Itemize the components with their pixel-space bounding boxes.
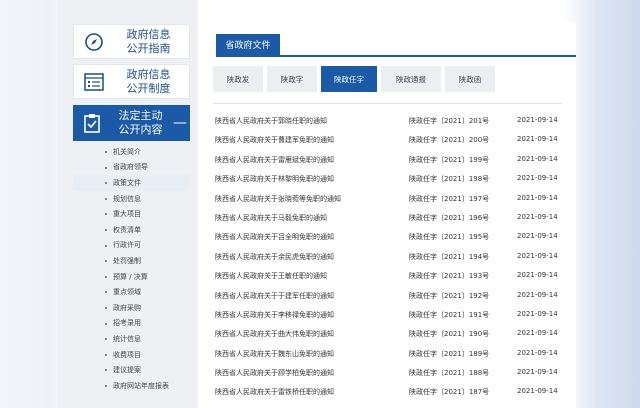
sidebar-item[interactable]: 收费项目 [73, 347, 190, 363]
document-row[interactable]: 陕西省人民政府关于李移禄免职的通知 陕政任字〔2021〕191号 2021-09-1… [213, 304, 563, 323]
document-title[interactable]: 陕西省人民政府关于余民虎免职的通知 [215, 252, 334, 262]
document-number: 陕政任字〔2021〕193号 [409, 272, 490, 281]
document-row[interactable]: 陕西省人民政府关于雷雁斌免职的通知 陕政任字〔2021〕199号 2021-09-1… [213, 149, 563, 168]
document-number: 陕政任字〔2021〕196号 [409, 213, 490, 222]
document-row[interactable]: 陕西省人民政府关于林黎明免职的通知 陕政任字〔2021〕198号 2021-09-1… [213, 168, 563, 187]
document-list-icon [74, 65, 114, 98]
document-number: 陕政任字〔2021〕187号 [409, 388, 490, 397]
document-title[interactable]: 陕西省人民政府关于雷铁桥任职的通知 [215, 387, 334, 397]
sidebar-item[interactable]: 机关简介 [73, 144, 190, 160]
document-title[interactable]: 陕西省人民政府关于曲大伟免职的通知 [215, 329, 334, 339]
document-row[interactable]: 陕西省人民政府关于张晓菀等免职的通知 陕政任字〔2021〕197号 2021-09-… [213, 188, 563, 207]
document-number: 陕政任字〔2021〕198号 [409, 175, 490, 184]
document-date: 2021-09-14 [517, 154, 558, 163]
document-row[interactable]: 陕西省人民政府关于顾学柏免职的通知 陕政任字〔2021〕188号 2021-09-1… [213, 362, 563, 381]
sidebar-item[interactable]: 政府网站年度报表 [73, 378, 190, 394]
document-title[interactable]: 陕西省人民政府关于张晓菀等免职的通知 [215, 194, 341, 204]
document-date: 2021-09-14 [517, 329, 558, 338]
document-title[interactable]: 陕西省人民政府关于雷雁斌免职的通知 [215, 155, 334, 165]
document-number: 陕政任字〔2021〕201号 [409, 117, 490, 125]
sidebar-item[interactable]: 权责清单 [73, 222, 190, 238]
nav-active-label: 法定主动 公开内容 [118, 109, 163, 136]
sidebar-item[interactable]: 重点领域 [73, 284, 190, 300]
sidebar-item[interactable]: 统计信息 [73, 331, 190, 347]
document-title[interactable]: 陕西省人民政府关于林黎明免职的通知 [215, 174, 334, 184]
document-title[interactable]: 陕西省人民政府关于于建军任职的通知 [215, 291, 334, 301]
nav-card-disclosure-system[interactable]: 政府信息 公开制度 [73, 64, 190, 99]
sidebar-item[interactable]: 省政府领导 [73, 160, 190, 176]
nav-card-label: 政府信息 公开指南 [126, 27, 171, 55]
sidebar-item[interactable]: 建议提案 [73, 362, 190, 378]
document-row[interactable]: 陕西省人民政府关于郭晓任职的通知 陕政任字〔2021〕201号 2021-09-14 [213, 110, 563, 129]
document-date: 2021-09-14 [517, 116, 558, 124]
document-date: 2021-09-14 [517, 387, 558, 396]
document-title[interactable]: 陕西省人民政府关于顾学柏免职的通知 [215, 368, 334, 378]
nav-card-label: 政府信息 公开制度 [126, 67, 171, 95]
clipboard-icon [73, 105, 111, 141]
document-number: 陕政任字〔2021〕195号 [409, 233, 490, 242]
document-row[interactable]: 陕西省人民政府关于吕全明免职的通知 陕政任字〔2021〕195号 2021-09-1… [213, 226, 563, 245]
filter-bar: 陕政发 陕政字 陕政任字 陕政通报 陕政函 [213, 66, 563, 93]
document-row[interactable]: 陕西省人民政府关于曲大伟免职的通知 陕政任字〔2021〕190号 2021-09-1… [213, 323, 563, 342]
document-row[interactable]: 陕西省人民政府关于魏东山免职的通知 陕政任字〔2021〕189号 2021-09-1… [213, 343, 563, 362]
document-row[interactable]: 陕西省人民政府关于雷铁桥任职的通知 陕政任字〔2021〕187号 2021-09-1… [213, 381, 563, 400]
document-row[interactable]: 陕西省人民政府关于马毅免职的通知 陕政任字〔2021〕196号 2021-09-14 [213, 207, 563, 226]
filter-button[interactable]: 陕政函 [445, 66, 495, 92]
document-title[interactable]: 陕西省人民政府关于郭晓任职的通知 [215, 116, 327, 126]
nav-card-disclosure-guide[interactable]: 政府信息 公开指南 [73, 24, 190, 59]
document-number: 陕政任字〔2021〕199号 [409, 155, 490, 164]
document-list: 陕西省人民政府关于郭晓任职的通知 陕政任字〔2021〕201号 2021-09-14… [213, 110, 563, 401]
filter-button[interactable]: 陕政字 [267, 66, 317, 92]
document-number: 陕政任字〔2021〕194号 [409, 252, 490, 261]
document-row[interactable]: 陕西省人民政府关于曹建军免职的通知 陕政任字〔2021〕200号 2021-09-1… [213, 129, 563, 148]
sidebar-item[interactable]: 处罚强制 [73, 253, 190, 269]
filter-button[interactable]: 陕政发 [213, 66, 263, 92]
document-title[interactable]: 陕西省人民政府关于王敏任职的通知 [215, 271, 327, 281]
document-number: 陕政任字〔2021〕189号 [409, 349, 490, 358]
document-row[interactable]: 陕西省人民政府关于于建军任职的通知 陕政任字〔2021〕192号 2021-09-1… [213, 285, 563, 304]
compass-icon [74, 25, 114, 58]
document-date: 2021-09-14 [517, 348, 558, 357]
document-date: 2021-09-14 [517, 232, 558, 241]
nav-card-statutory-content[interactable]: 法定主动 公开内容 — [73, 105, 190, 141]
document-date: 2021-09-14 [517, 368, 558, 377]
sidebar-item[interactable]: 行政许可 [73, 238, 190, 254]
tab-underline [216, 55, 576, 57]
document-number: 陕政任字〔2021〕192号 [409, 291, 490, 300]
document-date: 2021-09-14 [517, 251, 558, 260]
document-number: 陕政任字〔2021〕191号 [409, 310, 490, 319]
document-row[interactable]: 陕西省人民政府关于余民虎免职的通知 陕政任字〔2021〕194号 2021-09-1… [213, 246, 563, 265]
sidebar-sub-list: 机关简介 省政府领导 政策文件 规划信息 重大项目 权责清单 行政许可 处罚强制… [73, 144, 190, 394]
filter-button-active[interactable]: 陕政任字 [321, 66, 377, 92]
collapse-toggle-icon[interactable]: — [170, 115, 190, 131]
document-title[interactable]: 陕西省人民政府关于魏东山免职的通知 [215, 349, 334, 359]
sidebar-item[interactable]: 政府采购 [73, 300, 190, 316]
document-title[interactable]: 陕西省人民政府关于吕全明免职的通知 [215, 232, 334, 242]
document-title[interactable]: 陕西省人民政府关于李移禄免职的通知 [215, 310, 334, 320]
document-date: 2021-09-14 [517, 309, 558, 318]
sidebar-item[interactable]: 预算 / 决算 [73, 269, 190, 285]
document-date: 2021-09-14 [517, 174, 558, 183]
tab-provincial-documents[interactable]: 省政府文件 [216, 34, 280, 55]
filter-button[interactable]: 陕政通报 [381, 66, 441, 92]
document-number: 陕政任字〔2021〕188号 [409, 369, 490, 378]
document-title[interactable]: 陕西省人民政府关于曹建军免职的通知 [215, 135, 334, 145]
document-date: 2021-09-14 [517, 135, 558, 144]
sidebar-item[interactable]: 规划信息 [73, 191, 190, 207]
document-number: 陕政任字〔2021〕190号 [409, 330, 490, 339]
document-date: 2021-09-14 [517, 290, 558, 299]
document-date: 2021-09-14 [517, 271, 558, 280]
document-title[interactable]: 陕西省人民政府关于马毅免职的通知 [215, 213, 327, 223]
sidebar-item-active[interactable]: 政策文件 [73, 175, 190, 191]
document-number: 陕政任字〔2021〕197号 [409, 194, 490, 203]
sidebar-item[interactable]: 重大项目 [73, 206, 190, 222]
document-row[interactable]: 陕西省人民政府关于王敏任职的通知 陕政任字〔2021〕193号 2021-09-14 [213, 265, 563, 284]
document-date: 2021-09-14 [517, 193, 558, 202]
document-number: 陕政任字〔2021〕200号 [409, 136, 490, 145]
document-date: 2021-09-14 [517, 212, 558, 221]
sidebar-item[interactable]: 招考录用 [73, 316, 190, 332]
list-divider [213, 103, 562, 104]
